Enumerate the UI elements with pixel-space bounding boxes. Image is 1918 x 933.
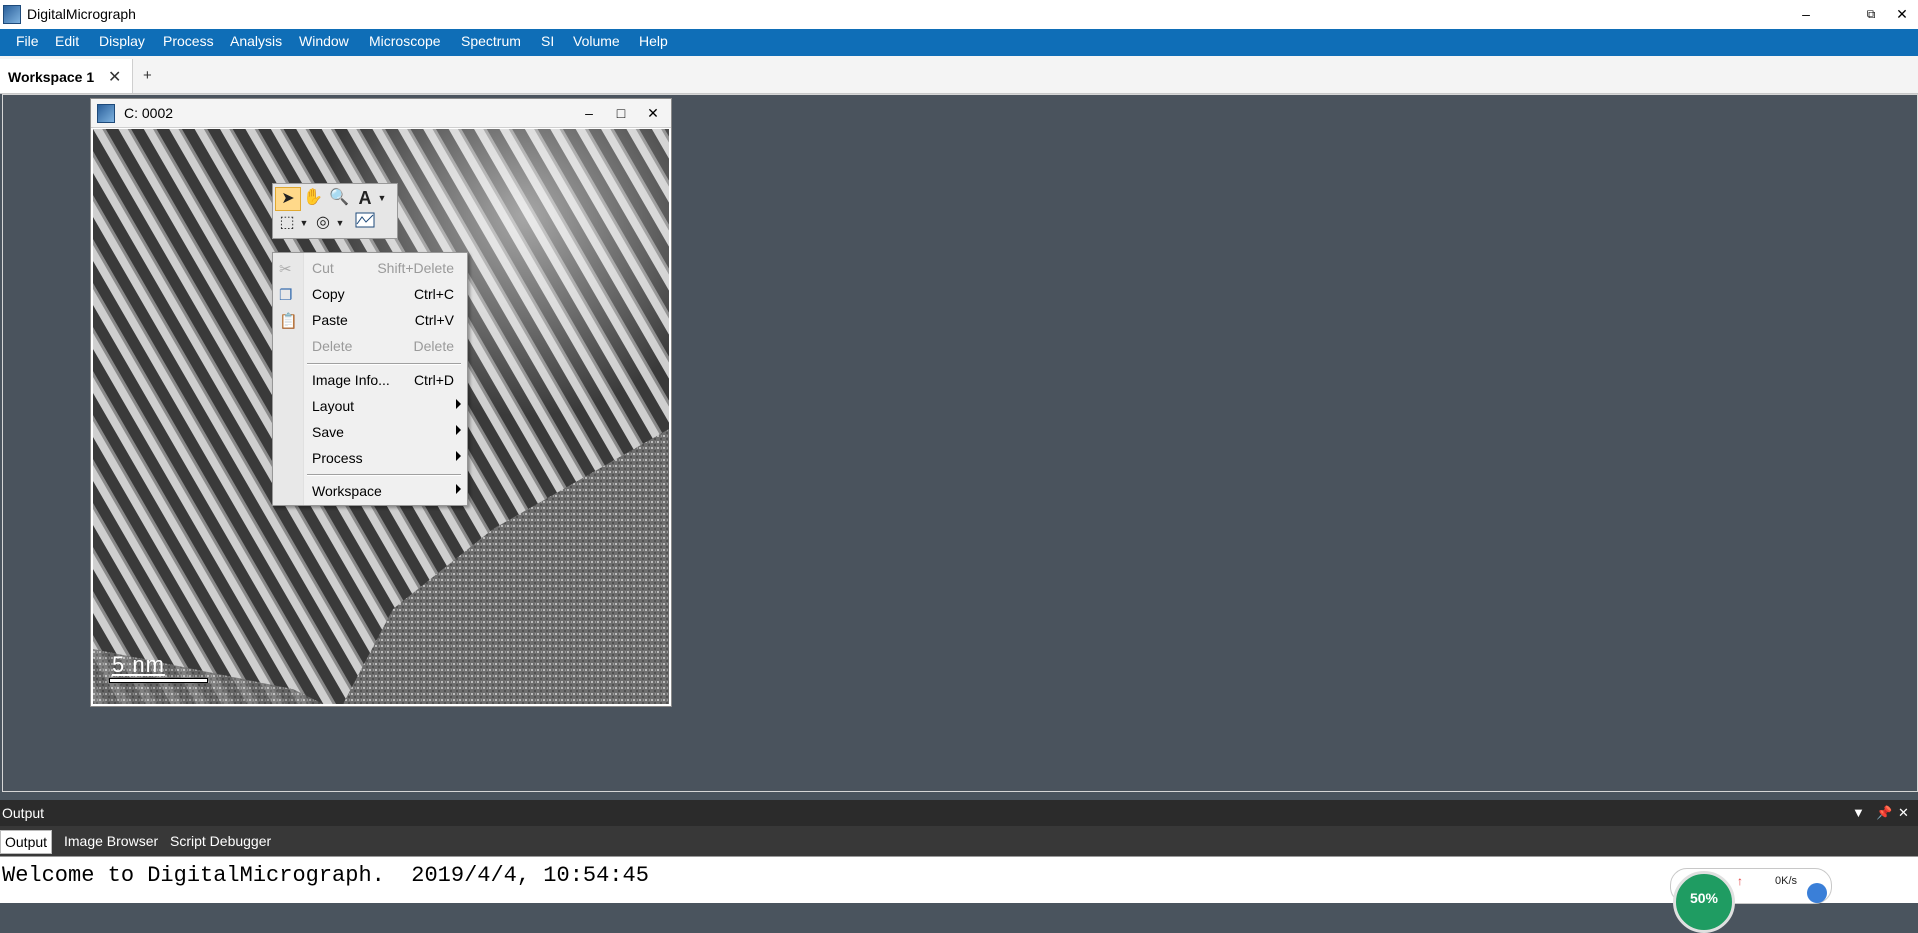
app-title: DigitalMicrograph	[27, 6, 136, 22]
image-minimize-button[interactable]: –	[578, 103, 600, 123]
menu-edit[interactable]: Edit	[55, 33, 79, 49]
scissors-icon: ✂	[279, 261, 292, 278]
menu-item-process[interactable]: Process	[273, 446, 467, 472]
rectangle-roi-tool-icon[interactable]: ⬚	[275, 212, 299, 234]
output-tab-bar: Output Image Browser Script Debugger	[0, 826, 1918, 856]
restore-button[interactable]: ⧉	[1858, 3, 1884, 25]
menu-item-label: Save	[312, 424, 344, 440]
menu-item-shortcut: Delete	[413, 338, 454, 354]
menu-spectrum[interactable]: Spectrum	[461, 33, 521, 49]
menu-item-label: Workspace	[312, 483, 382, 499]
profile-tool-icon[interactable]	[353, 212, 377, 234]
menu-bar: File Edit Display Process Analysis Windo…	[0, 29, 1918, 56]
menu-volume[interactable]: Volume	[573, 33, 620, 49]
network-speed-widget[interactable]: 50% ↑ 0K/s	[1670, 868, 1832, 933]
circle-roi-tool-icon[interactable]: ◎	[311, 212, 335, 234]
menu-window[interactable]: Window	[299, 33, 349, 49]
output-console[interactable]: Welcome to DigitalMicrograph. 2019/4/4, …	[0, 856, 1918, 903]
menu-item-copy[interactable]: ❐ Copy Ctrl+C	[273, 282, 467, 308]
menu-item-shortcut: Ctrl+D	[413, 372, 454, 388]
tab-output[interactable]: Output	[0, 830, 53, 854]
upload-arrow-icon: ↑	[1737, 874, 1743, 888]
image-maximize-button[interactable]: □	[610, 103, 632, 123]
menu-item-label: Cut	[312, 260, 334, 276]
tab-workspace-1[interactable]: Workspace 1 ✕	[0, 59, 133, 93]
menu-item-delete[interactable]: Delete Delete	[273, 334, 467, 360]
scale-bar-label: 5 nm	[112, 652, 165, 677]
tab-workspace-label: Workspace 1	[8, 69, 95, 85]
menu-item-image-info[interactable]: Image Info... Ctrl+D	[273, 368, 467, 394]
image-window-icon	[97, 104, 115, 123]
roi-dropdown-icon[interactable]: ▼	[297, 212, 311, 234]
tool-palette: ➤ ✋ 🔍 A ▼ ⬚ ▼ ◎ ▼	[272, 183, 398, 239]
tab-script-debugger[interactable]: Script Debugger	[170, 833, 271, 849]
usage-gauge: 50%	[1673, 871, 1735, 933]
submenu-arrow-icon	[456, 451, 461, 461]
menu-item-save[interactable]: Save	[273, 420, 467, 446]
minimize-button[interactable]: –	[1793, 3, 1819, 25]
context-menu: ✂ Cut Shift+Delete ❐ Copy Ctrl+C 📋 Paste…	[272, 252, 468, 506]
network-speed-text: 0K/s	[1775, 875, 1798, 887]
menu-item-workspace[interactable]: Workspace	[273, 479, 467, 505]
add-workspace-button[interactable]: +	[143, 67, 152, 84]
close-button[interactable]: ✕	[1889, 3, 1915, 25]
menu-item-label: Layout	[312, 398, 355, 414]
menu-item-label: Process	[312, 450, 363, 466]
output-panel-header: Output ▼ 📌 ✕	[0, 800, 1918, 826]
app-icon	[3, 5, 21, 24]
menu-item-paste[interactable]: 📋 Paste Ctrl+V	[273, 308, 467, 334]
menu-analysis[interactable]: Analysis	[230, 33, 282, 49]
text-tool-icon[interactable]: A	[353, 187, 377, 209]
menu-item-label: Paste	[312, 312, 348, 328]
menu-item-label: Delete	[312, 338, 353, 354]
menu-help[interactable]: Help	[639, 33, 668, 49]
submenu-arrow-icon	[456, 425, 461, 435]
menu-item-shortcut: Ctrl+C	[413, 286, 454, 302]
menu-process[interactable]: Process	[163, 33, 214, 49]
menu-si[interactable]: SI	[541, 33, 554, 49]
pointer-tool-icon[interactable]: ➤	[275, 187, 301, 211]
pin-icon[interactable]: 📌	[1876, 805, 1892, 821]
widget-status-icon	[1807, 883, 1827, 903]
panel-close-icon[interactable]: ✕	[1898, 805, 1909, 821]
submenu-arrow-icon	[456, 484, 461, 494]
text-tool-dropdown-icon[interactable]: ▼	[375, 187, 389, 209]
menu-item-shortcut: Ctrl+V	[414, 312, 454, 328]
menu-item-cut[interactable]: ✂ Cut Shift+Delete	[273, 256, 467, 282]
submenu-arrow-icon	[456, 399, 461, 409]
menu-microscope[interactable]: Microscope	[369, 33, 441, 49]
menu-file[interactable]: File	[16, 33, 39, 49]
workspace-tab-bar: Workspace 1 ✕ +	[0, 56, 1918, 94]
menu-separator	[307, 474, 461, 476]
paste-icon: 📋	[279, 313, 298, 330]
circle-dropdown-icon[interactable]: ▼	[333, 212, 347, 234]
menu-display[interactable]: Display	[99, 33, 145, 49]
zoom-tool-icon[interactable]: 🔍	[327, 187, 351, 209]
menu-item-label: Image Info...	[312, 372, 390, 388]
menu-item-layout[interactable]: Layout	[273, 394, 467, 420]
menu-item-label: Copy	[312, 286, 345, 302]
output-panel-title: Output	[2, 805, 45, 821]
image-window-title: C: 0002	[124, 105, 174, 121]
hand-tool-icon[interactable]: ✋	[301, 187, 325, 209]
image-close-button[interactable]: ✕	[642, 103, 664, 123]
image-window-titlebar[interactable]: C: 0002 – □ ✕	[91, 99, 671, 128]
copy-icon: ❐	[279, 287, 293, 304]
console-text: Welcome to DigitalMicrograph. 2019/4/4, …	[2, 863, 649, 888]
tab-close-icon[interactable]: ✕	[108, 67, 121, 87]
tab-image-browser[interactable]: Image Browser	[64, 833, 158, 849]
scale-bar	[109, 678, 208, 683]
title-bar: DigitalMicrograph – ⧉ ✕	[0, 0, 1918, 30]
panel-dropdown-icon[interactable]: ▼	[1852, 805, 1865, 820]
menu-separator	[307, 363, 461, 365]
menu-item-shortcut: Shift+Delete	[377, 260, 454, 276]
